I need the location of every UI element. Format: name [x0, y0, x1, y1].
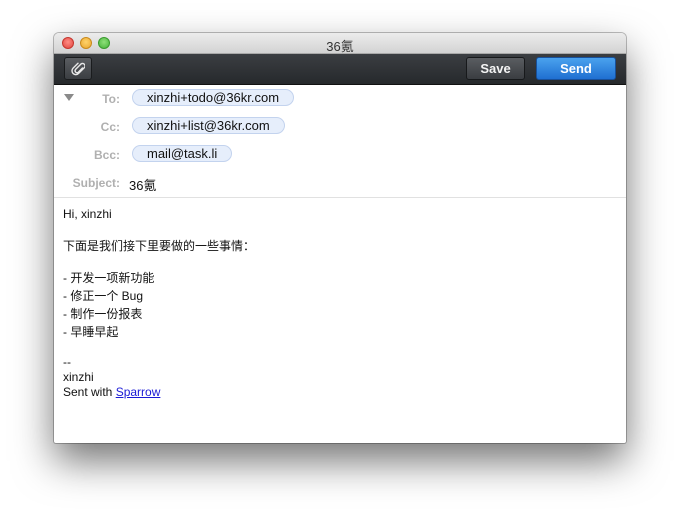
sparrow-link[interactable]: Sparrow	[116, 385, 161, 399]
todo-item: - 制作一份报表	[63, 307, 143, 321]
signature-name: xinzhi	[63, 370, 94, 384]
todo-item: - 开发一项新功能	[63, 271, 155, 285]
bcc-label: Bcc:	[93, 148, 120, 162]
compose-window: 36氪 Save Send To: xinzhi+todo@36kr.com C…	[54, 33, 626, 443]
signature-dashes: --	[63, 355, 71, 369]
send-button[interactable]: Send	[536, 57, 616, 80]
cc-label: Cc:	[100, 120, 120, 134]
subject-label: Subject:	[72, 176, 120, 190]
subject-field[interactable]: 36氪	[129, 175, 156, 194]
todo-item: - 早睡早起	[63, 325, 119, 339]
todo-item: - 修正一个 Bug	[63, 289, 144, 303]
message-body[interactable]: Hi, xinzhi 下面是我们接下里要做的一些事情： - 开发一项新功能 - …	[63, 205, 613, 400]
signature: -- xinzhi Sent with Sparrow	[63, 355, 613, 400]
toolbar: Save Send	[54, 54, 626, 85]
paperclip-icon	[71, 62, 85, 75]
to-row: To: xinzhi+todo@36kr.com	[54, 85, 626, 114]
title-bar: 36氪	[54, 33, 626, 54]
cc-recipient-token[interactable]: xinzhi+list@36kr.com	[132, 117, 285, 134]
cc-row: Cc: xinzhi+list@36kr.com	[54, 113, 626, 142]
sent-with-line: Sent with Sparrow	[63, 385, 613, 400]
to-label: To:	[102, 92, 120, 106]
subject-row: Subject: 36氪	[54, 169, 626, 198]
to-recipient-token[interactable]: xinzhi+todo@36kr.com	[132, 89, 295, 106]
sent-with-prefix: Sent with	[63, 385, 116, 399]
attach-button[interactable]	[64, 57, 92, 80]
greeting-line: Hi, xinzhi	[63, 207, 112, 221]
disclosure-triangle-icon[interactable]	[64, 94, 74, 101]
intro-line: 下面是我们接下里要做的一些事情：	[63, 239, 256, 253]
bcc-recipient-token[interactable]: mail@task.li	[132, 145, 233, 162]
window-title: 36氪	[326, 39, 354, 54]
save-button[interactable]: Save	[466, 57, 525, 80]
bcc-row: Bcc: mail@task.li	[54, 141, 626, 170]
